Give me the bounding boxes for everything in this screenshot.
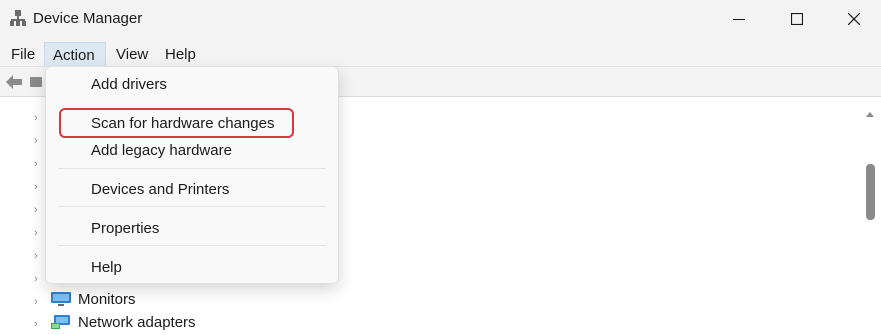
menu-bar: File Action View Help bbox=[0, 38, 881, 68]
monitor-icon bbox=[51, 292, 71, 306]
chevron-right-icon[interactable]: › bbox=[34, 273, 38, 285]
toolbar-icon[interactable] bbox=[30, 77, 42, 87]
menu-item-properties[interactable]: Properties bbox=[91, 220, 159, 237]
title-bar: Device Manager bbox=[0, 0, 881, 38]
menu-view[interactable]: View bbox=[108, 42, 156, 68]
tree-node-network-adapters[interactable]: Network adapters bbox=[50, 311, 196, 333]
maximize-icon bbox=[791, 13, 803, 25]
chevron-right-icon[interactable]: › bbox=[34, 158, 38, 170]
chevron-right-icon[interactable]: › bbox=[34, 250, 38, 262]
menu-item-scan-hardware[interactable]: Scan for hardware changes bbox=[91, 115, 274, 132]
maximize-button[interactable] bbox=[768, 0, 826, 38]
device-manager-icon bbox=[10, 10, 26, 26]
chevron-right-icon[interactable]: › bbox=[34, 135, 38, 147]
menu-item-add-drivers[interactable]: Add drivers bbox=[91, 76, 167, 93]
menu-action[interactable]: Action bbox=[44, 42, 106, 68]
menu-separator bbox=[58, 206, 326, 207]
tree-node-label: Monitors bbox=[78, 290, 136, 308]
menu-item-devices-printers[interactable]: Devices and Printers bbox=[91, 181, 229, 198]
chevron-right-icon[interactable]: › bbox=[34, 227, 38, 239]
close-button[interactable] bbox=[825, 0, 881, 38]
menu-item-add-legacy-hardware[interactable]: Add legacy hardware bbox=[91, 142, 232, 159]
tree-node-monitors[interactable]: Monitors bbox=[50, 288, 136, 310]
minimize-button[interactable] bbox=[710, 0, 768, 38]
network-adapter-icon bbox=[51, 315, 70, 329]
window-title: Device Manager bbox=[33, 10, 143, 27]
scroll-thumb[interactable] bbox=[866, 164, 875, 220]
menu-separator bbox=[58, 245, 326, 246]
scroll-up-arrow-icon[interactable] bbox=[866, 112, 874, 117]
vertical-scrollbar[interactable] bbox=[862, 110, 879, 335]
chevron-right-icon[interactable]: › bbox=[34, 318, 38, 330]
back-arrow-icon[interactable] bbox=[5, 74, 23, 90]
tree-node-label: Network adapters bbox=[78, 313, 196, 331]
menu-item-help[interactable]: Help bbox=[91, 259, 122, 276]
close-icon bbox=[848, 13, 860, 25]
menu-file[interactable]: File bbox=[3, 42, 43, 68]
chevron-right-icon[interactable]: › bbox=[34, 204, 38, 216]
menu-help[interactable]: Help bbox=[157, 42, 204, 68]
menu-separator bbox=[58, 168, 326, 169]
chevron-right-icon[interactable]: › bbox=[34, 112, 38, 124]
action-menu-dropdown: Add drivers Scan for hardware changes Ad… bbox=[45, 66, 339, 284]
chevron-right-icon[interactable]: › bbox=[34, 181, 38, 193]
minimize-icon bbox=[733, 19, 745, 20]
chevron-right-icon[interactable]: › bbox=[34, 296, 38, 308]
